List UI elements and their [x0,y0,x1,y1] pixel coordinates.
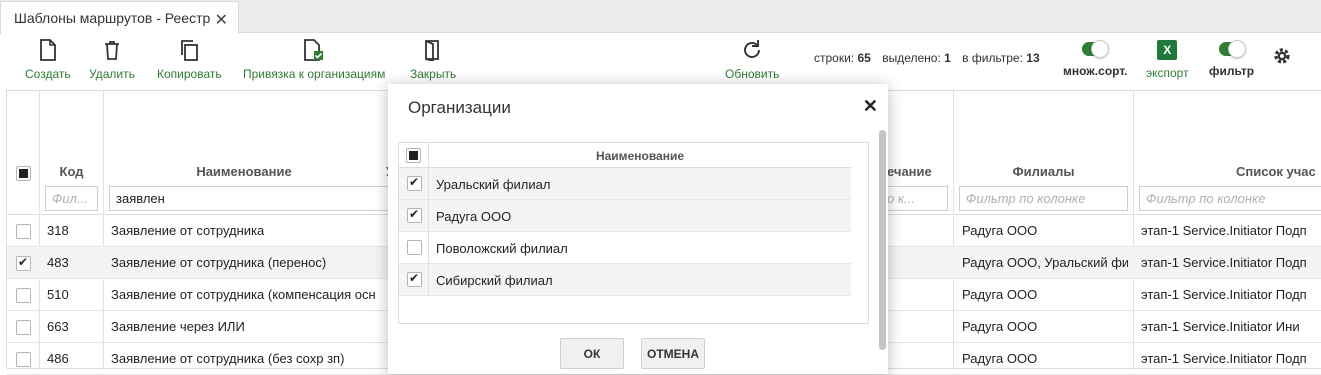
cell-code: 510 [47,287,69,302]
header-participants[interactable]: Список учас [1236,164,1316,179]
column-divider [428,143,429,297]
selected-count: 1 [944,51,951,65]
new-document-icon [39,38,57,62]
tab-bar: Шаблоны маршрутов - Реестр ✕ [0,0,1321,34]
row-checkbox[interactable] [16,320,31,335]
create-button[interactable]: Создать [25,38,71,81]
item-label: Сибирский филиал [436,273,553,288]
cell-branches: Радуга ООО [962,287,1038,302]
cell-name: Заявление через ИЛИ [111,319,245,334]
cell-code: 486 [47,351,69,366]
cell-code: 663 [47,319,69,334]
document-check-icon [303,38,325,62]
export-button[interactable]: X экспорт [1146,40,1189,80]
create-label: Создать [25,67,71,81]
multisort-label: множ.сорт. [1063,64,1128,78]
list-header: Наименование [399,143,851,168]
item-label: Радуга ООО [436,209,512,224]
gear-icon [1272,44,1292,68]
cell-participants: этап-1 Service.Initiator Ини [1141,319,1300,334]
select-all-checkbox[interactable] [406,148,421,163]
toggle-switch[interactable] [1218,40,1246,58]
selected-label: выделено: [882,51,941,65]
organizations-list: Наименование Уральский филиал Радуга ООО П… [398,142,869,324]
select-all-checkbox[interactable] [16,166,31,181]
ok-button[interactable]: ОК [560,338,624,369]
row-stats: строки: 65 выделено: 1 в фильтре: 13 [814,51,1048,65]
header-branches[interactable]: Филиалы [954,164,1133,179]
cell-name: Заявление от сотрудника (компенсация осн [111,287,376,302]
cell-code: 483 [47,255,69,270]
cell-name: Заявление от сотрудника (перенос) [111,255,327,270]
cell-name: Заявление от сотрудника [111,223,265,238]
filter-label: фильтр [1209,64,1255,78]
list-item[interactable]: Поволожский филиал [399,232,851,264]
row-checkbox[interactable] [16,224,31,239]
toggle-switch[interactable] [1082,40,1110,58]
multisort-toggle[interactable]: множ.сорт. [1063,40,1128,78]
cell-participants: этап-1 Service.Initiator Подп [1141,255,1307,270]
row-checkbox[interactable] [16,288,31,303]
copy-button[interactable]: Копировать [157,38,222,81]
filter-participants[interactable]: Фильтр по колонке [1139,186,1321,211]
cell-branches: Радуга ООО, Уральский фи [962,255,1128,270]
item-checkbox[interactable] [407,271,422,287]
bind-organizations-label: Привязка к организациям [243,67,386,81]
cell-branches: Радуга ООО [962,351,1038,366]
refresh-button[interactable]: Обновить [725,38,779,81]
close-icon[interactable]: ✕ [215,10,228,30]
rows-label: строки: [814,51,855,65]
dialog-title: Организации [408,98,511,117]
cancel-button[interactable]: ОТМЕНА [641,338,705,369]
cell-participants: этап-1 Service.Initiator Подп [1141,223,1307,238]
delete-button[interactable]: Удалить [89,38,135,81]
cell-code: 318 [47,223,69,238]
item-checkbox[interactable] [407,175,422,191]
rows-count: 65 [857,51,871,65]
row-checkbox[interactable] [16,255,31,271]
header-name[interactable]: Наименование [104,164,384,179]
list-item[interactable]: Сибирский филиал [399,264,851,296]
item-label: Поволожский филиал [436,241,568,256]
cell-participants: этап-1 Service.Initiator Подп [1141,287,1307,302]
filter-branches[interactable]: Фильтр по колонке [959,186,1128,211]
copy-icon [179,38,199,62]
list-item[interactable]: Уральский филиал [399,168,851,200]
bind-organizations-button[interactable]: Привязка к организациям [243,38,385,81]
cell-name: Заявление от сотрудника (без сохр зп) [111,351,345,366]
refresh-label: Обновить [725,67,780,81]
tab-title: Шаблоны маршрутов - Реестр [14,10,211,26]
close-label: Закрыть [410,67,457,81]
header-code[interactable]: Код [40,164,103,179]
settings-button[interactable] [1272,44,1292,68]
filter-count: 13 [1026,51,1040,65]
filter-name[interactable]: заявлен [109,186,398,211]
dialog-scrollbar[interactable] [879,130,886,350]
close-icon[interactable]: ✕ [863,96,878,117]
cell-branches: Радуга ООО [962,223,1038,238]
filter-code[interactable]: Фил... [45,186,98,211]
filter-count-label: в фильтре: [962,51,1023,65]
organizations-dialog: Организации ✕ Наименование Уральский фил… [388,84,888,374]
trash-icon [104,38,120,62]
export-label: экспорт [1146,66,1189,80]
header-note[interactable]: ечание [887,164,932,179]
close-button[interactable]: Закрыть [410,38,456,81]
item-checkbox[interactable] [407,207,422,223]
door-icon [424,38,442,62]
delete-label: Удалить [89,67,135,81]
filter-toggle[interactable]: фильтр [1209,40,1255,78]
toolbar: Создать Удалить Копировать Привязка к ор… [0,34,1321,86]
header-name[interactable]: Наименование [429,149,851,163]
copy-label: Копировать [157,67,222,81]
item-checkbox[interactable] [407,240,422,255]
cell-branches: Радуга ООО [962,319,1038,334]
list-item[interactable]: Радуга ООО [399,200,851,232]
refresh-icon [741,38,763,62]
tab-registry[interactable]: Шаблоны маршрутов - Реестр ✕ [0,1,239,34]
item-label: Уральский филиал [436,177,551,192]
excel-icon: X [1157,40,1178,60]
cell-participants: этап-1 Service.Initiator Подп [1141,351,1307,366]
row-checkbox[interactable] [16,352,31,367]
